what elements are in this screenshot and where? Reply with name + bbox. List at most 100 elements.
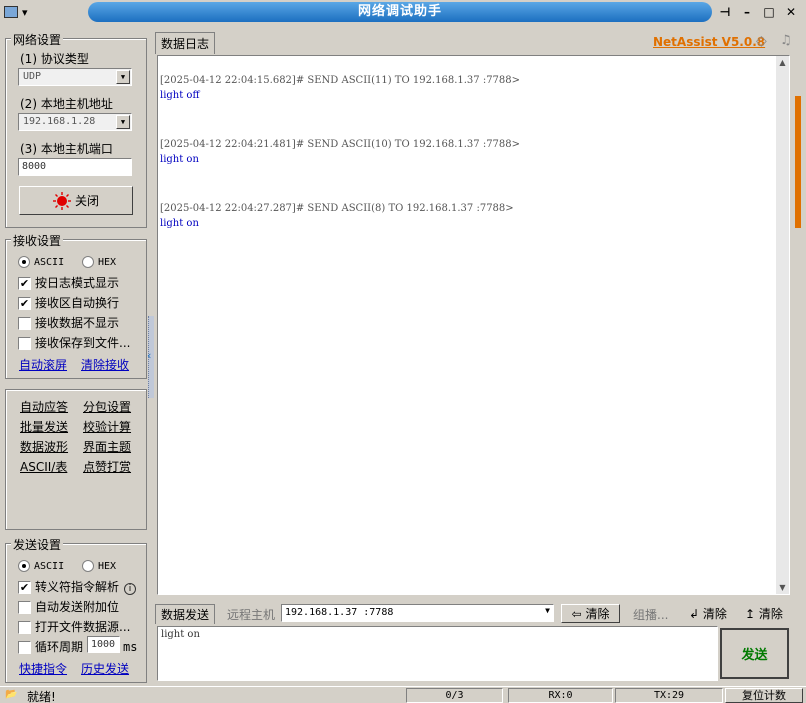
log-scrollbar[interactable]: ▲ ▼ [776,56,789,594]
scroll-down-icon[interactable]: ▼ [776,581,789,594]
remote-host-select[interactable]: 192.168.1.37 :7788 ▼ [281,604,554,622]
status-tx: TX:29 [615,688,723,703]
multicast-button[interactable]: 组播... [633,606,668,623]
tool-checksum[interactable]: 校验计算 [83,418,131,435]
netassist-window: ▾ 网络调试助手 ⊣ – □ ✕ 网络设置 (1) 协议类型 UDP ▼ (2)… [0,0,806,703]
bell-icon[interactable]: ♫ [780,33,792,48]
port-input[interactable]: 8000 [18,158,132,176]
status-bar: 📂 就绪! 0/3 RX:0 TX:29 复位计数 [0,686,806,703]
checkbox[interactable] [18,317,31,330]
auto-scroll-link[interactable]: 自动滚屏 [19,356,67,373]
minimize-button[interactable]: – [738,3,756,21]
checkbox[interactable] [18,641,31,654]
recv-opt-log-mode[interactable]: ✔ 按日志模式显示 [18,274,119,291]
close-button[interactable]: ✕ [782,3,800,21]
send-button[interactable]: 发送 [720,628,789,679]
tool-batch-send[interactable]: 批量发送 [20,418,68,435]
remote-host-label: 远程主机 [227,608,276,622]
window-title: 网络调试助手 [88,2,712,22]
scroll-up-icon[interactable]: ▲ [776,56,789,69]
host-select[interactable]: 192.168.1.28 ▼ [18,113,132,131]
log-entry: [2025-04-12 22:04:21.481]# SEND ASCII(10… [160,139,760,165]
send-hex-radio[interactable]: HEX [81,558,116,572]
title-bar: ▾ 网络调试助手 ⊣ – □ ✕ [0,0,806,24]
checkbox-checked[interactable]: ✔ [18,581,31,594]
tool-auto-reply[interactable]: 自动应答 [20,398,68,415]
status-rx: RX:0 [508,688,613,703]
diamond-icon[interactable]: ◇ [756,33,767,49]
send-opt-file-source[interactable]: 打开文件数据源... [18,618,130,635]
history-link[interactable]: 历史发送 [81,660,129,677]
tab-data-log[interactable]: 数据日志 [155,32,216,54]
pin-icon[interactable]: ⊣ [716,3,734,21]
tool-packet-settings[interactable]: 分包设置 [83,398,131,415]
collapse-icon[interactable]: ‹ [147,349,151,362]
checkbox[interactable] [18,337,31,350]
chevron-down-icon: ▼ [116,70,130,84]
send-opt-cycle[interactable]: 循环周期 [18,638,83,655]
recv-opt-auto-wrap[interactable]: ✔ 接收区自动换行 [18,294,119,311]
clear-send-button[interactable]: ↲ 清除 [689,605,727,622]
checkbox-checked[interactable]: ✔ [18,297,31,310]
status-text: 就绪! [27,690,56,703]
reset-count-button[interactable]: 复位计数 [725,688,803,703]
log-entry-body: light on [160,218,199,229]
receive-log[interactable]: [2025-04-12 22:04:15.682]# SEND ASCII(11… [157,55,790,595]
send-textarea[interactable]: light on [157,626,718,681]
close-label: 关闭 [74,194,99,208]
status-light-icon [52,191,71,210]
protocol-value: UDP [23,71,42,82]
arrow-left-icon: ⇦ [571,606,582,621]
recv-settings-title: 接收设置 [11,232,64,249]
port-label: (3) 本地主机端口 [20,142,113,156]
chevron-down-icon: ▾ [22,5,28,19]
send-format-radios: ASCII HEX [18,558,116,572]
recv-opt-hide[interactable]: 接收数据不显示 [18,314,119,331]
protocol-select[interactable]: UDP ▼ [18,68,132,86]
app-icon [4,6,18,18]
send-settings-title: 发送设置 [11,536,64,553]
send-label: 发送 [741,648,768,663]
shortcut-link[interactable]: 快捷指令 [19,660,67,677]
status-icon: 📂 [5,689,18,700]
clear-recv-link[interactable]: 清除接收 [81,356,129,373]
log-entry-header: [2025-04-12 22:04:15.682]# SEND ASCII(11… [160,75,521,86]
log-entry: [2025-04-12 22:04:15.682]# SEND ASCII(11… [160,75,760,101]
tool-theme[interactable]: 界面主题 [83,438,131,455]
right-edge-accent [795,96,801,228]
recv-format-radios: ASCII HEX [18,254,116,268]
send-ascii-radio[interactable]: ASCII [18,558,64,572]
tab-data-send[interactable]: 数据发送 [155,604,216,624]
cycle-input[interactable]: 1000 [87,636,120,653]
clear-remote-button[interactable]: ⇦ 清除 [561,604,620,623]
maximize-button[interactable]: □ [760,3,778,21]
status-count: 0/3 [406,688,503,703]
recv-ascii-radio[interactable]: ASCII [18,254,64,268]
arrow-up-icon: ↥ [745,607,756,621]
tool-donate[interactable]: 点赞打赏 [83,458,131,475]
host-value: 192.168.1.28 [23,116,96,127]
undo-icon: ↲ [689,607,700,621]
remote-host-value: 192.168.1.37 :7788 [285,607,394,618]
system-menu[interactable]: ▾ [4,4,44,20]
info-icon[interactable]: i [124,583,137,595]
log-entry-body: light off [160,90,200,101]
send-opt-append[interactable]: 自动发送附加位 [18,598,119,615]
checkbox[interactable] [18,621,31,634]
net-settings-title: 网络设置 [11,31,64,48]
cycle-unit: ms [123,640,138,654]
recv-hex-radio[interactable]: HEX [81,254,116,268]
log-entry-body: light on [160,154,199,165]
brand-link[interactable]: NetAssist V5.0.8 [653,35,765,49]
checkbox[interactable] [18,601,31,614]
checkbox-checked[interactable]: ✔ [18,277,31,290]
tool-ascii-table[interactable]: ASCII/表 [20,458,67,475]
host-label: (2) 本地主机地址 [20,97,113,111]
tool-waveform[interactable]: 数据波形 [20,438,68,455]
log-entry: [2025-04-12 22:04:27.287]# SEND ASCII(8)… [160,203,760,229]
send-opt-escape[interactable]: ✔ 转义符指令解析 i [18,578,137,595]
log-entry-header: [2025-04-12 22:04:21.481]# SEND ASCII(10… [160,139,521,150]
recv-opt-save-file[interactable]: 接收保存到文件... [18,334,130,351]
close-connection-button[interactable]: 关闭 [19,186,133,215]
clear-all-button[interactable]: ↥ 清除 [745,605,783,622]
